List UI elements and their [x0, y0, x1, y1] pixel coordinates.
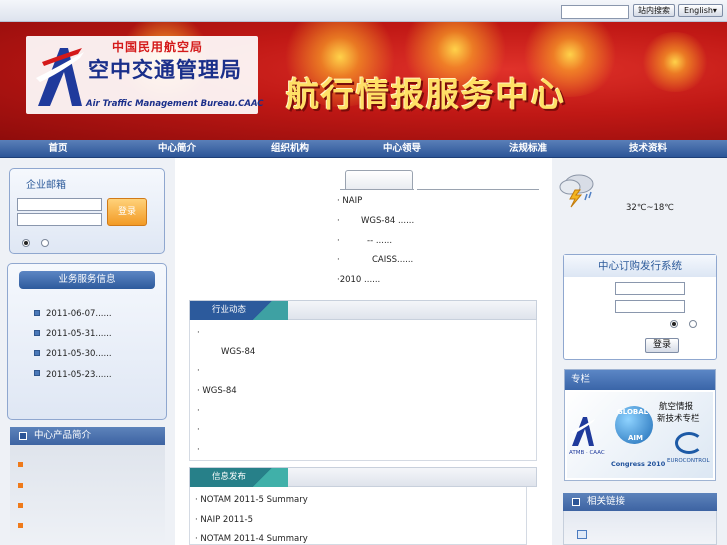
industry-item[interactable]: · [197, 425, 200, 435]
industry-item[interactable]: · WGS-84 [197, 386, 237, 396]
industry-news-header: 行业动态 [189, 300, 537, 320]
subscription-radio-1[interactable] [670, 320, 678, 328]
industry-item[interactable]: · [197, 445, 200, 455]
nav-leadership[interactable]: 中心领导 [372, 140, 432, 158]
temperature-text: 32℃~18℃ [626, 203, 674, 213]
industry-news-list [189, 320, 537, 461]
nav-tech-docs[interactable]: 技术资料 [618, 140, 678, 158]
mail-password-field[interactable] [17, 213, 102, 226]
nav-regulations[interactable]: 法规标准 [498, 140, 558, 158]
business-item[interactable]: 2011-06-07...... [46, 309, 112, 319]
bullet-icon [34, 330, 40, 336]
mail-panel-title: 企业邮箱 [26, 180, 66, 191]
tab-underline [417, 189, 539, 190]
related-links-header: 相关链接 [563, 493, 717, 511]
products-title: 中心产品简介 [34, 430, 92, 441]
bullet-icon [34, 310, 40, 316]
notice-item[interactable]: · NAIP [337, 196, 362, 206]
section-icon [19, 432, 27, 440]
business-item[interactable]: 2011-05-31...... [46, 329, 112, 339]
notice-tab-active[interactable] [345, 170, 413, 190]
logo-english: Air Traffic Management Bureau.CAAC [86, 99, 264, 109]
industry-item[interactable]: · [197, 406, 200, 416]
tab-underline [340, 189, 414, 190]
thunderstorm-weather-icon [559, 174, 594, 208]
main-nav: 首页 中心简介 组织机构 中心领导 法规标准 技术资料 [0, 140, 727, 158]
product-item-bullet[interactable] [18, 503, 23, 508]
product-item-bullet[interactable] [18, 483, 23, 488]
site-search-button[interactable]: 站内搜索 [633, 4, 675, 17]
column-ad-line1: 航空情报 [659, 402, 694, 412]
column-eurocontrol-label: EUROCONTROL [667, 458, 710, 464]
business-item[interactable]: 2011-05-30...... [46, 349, 112, 359]
info-release-title[interactable]: 信息发布 [190, 468, 288, 487]
products-list [10, 445, 165, 545]
column-title: 专栏 [565, 370, 715, 390]
link-icon[interactable] [577, 530, 587, 539]
release-item[interactable]: · NOTAM 2011-5 Summary [195, 495, 308, 505]
product-item-bullet[interactable] [18, 523, 23, 528]
column-aim-label: AIM [628, 434, 643, 442]
mail-login-button[interactable]: 登录 [107, 198, 147, 226]
column-ad-line2: 新技术专栏 [657, 414, 700, 424]
mail-option-radio-2[interactable] [41, 239, 49, 247]
notice-dot: · [337, 216, 340, 226]
column-congress-label: Congress 2010 [611, 460, 666, 468]
banner-title: 航行情报服务中心 [286, 75, 566, 114]
business-item[interactable]: 2011-05-23...... [46, 370, 112, 380]
notice-dot: · [337, 255, 340, 265]
related-links-list [563, 511, 717, 545]
column-global-label: GLOBAL [617, 408, 649, 416]
products-header: 中心产品简介 [10, 427, 165, 445]
firework-decoration [640, 32, 710, 92]
nav-about[interactable]: 中心简介 [147, 140, 207, 158]
search-input[interactable] [561, 5, 629, 19]
related-links-title: 相关链接 [587, 496, 626, 507]
mail-option-radio-1[interactable] [22, 239, 30, 247]
mail-username-field[interactable] [17, 198, 102, 211]
industry-news-title[interactable]: 行业动态 [190, 301, 288, 320]
subscription-login-button[interactable]: 登录 [645, 338, 679, 353]
nav-home[interactable]: 首页 [28, 140, 88, 158]
caac-logo-icon [571, 417, 595, 446]
logo-title: 空中交通管理局 [88, 58, 242, 82]
industry-item[interactable]: · [197, 366, 200, 376]
notice-item[interactable]: CAISS...... [372, 255, 413, 265]
product-item-bullet[interactable] [18, 462, 23, 467]
business-info-title: 业务服务信息 [19, 271, 155, 289]
logo-subtitle: 中国民用航空局 [112, 40, 204, 54]
info-release-header: 信息发布 [189, 467, 537, 487]
nav-organization[interactable]: 组织机构 [260, 140, 320, 158]
industry-item[interactable]: · [197, 328, 200, 338]
column-atmb-label: ATMB · CAAC [569, 450, 605, 456]
release-item[interactable]: · NAIP 2011-5 [195, 515, 253, 525]
aim-column-banner[interactable]: ATMB · CAAC GLOBAL AIM Congress 2010 航空情… [567, 392, 713, 478]
notice-dot: · [337, 236, 340, 246]
language-button[interactable]: English▾ [678, 4, 723, 17]
subscription-username-field[interactable] [615, 282, 685, 295]
bullet-icon [34, 370, 40, 376]
notice-item[interactable]: -- ...... [367, 236, 392, 246]
release-item[interactable]: · NOTAM 2011-4 Summary [195, 534, 308, 544]
bullet-icon [34, 350, 40, 356]
subscription-radio-2[interactable] [689, 320, 697, 328]
notice-item[interactable]: ·2010 ...... [337, 275, 380, 285]
subscription-password-field[interactable] [615, 300, 685, 313]
subscription-title: 中心订购发行系统 [564, 255, 716, 277]
section-icon [572, 498, 580, 506]
eurocontrol-logo-icon [675, 432, 703, 454]
notice-item[interactable]: WGS-84 ...... [361, 216, 414, 226]
industry-item[interactable]: WGS-84 [221, 347, 255, 357]
caac-logo-icon [36, 48, 84, 106]
